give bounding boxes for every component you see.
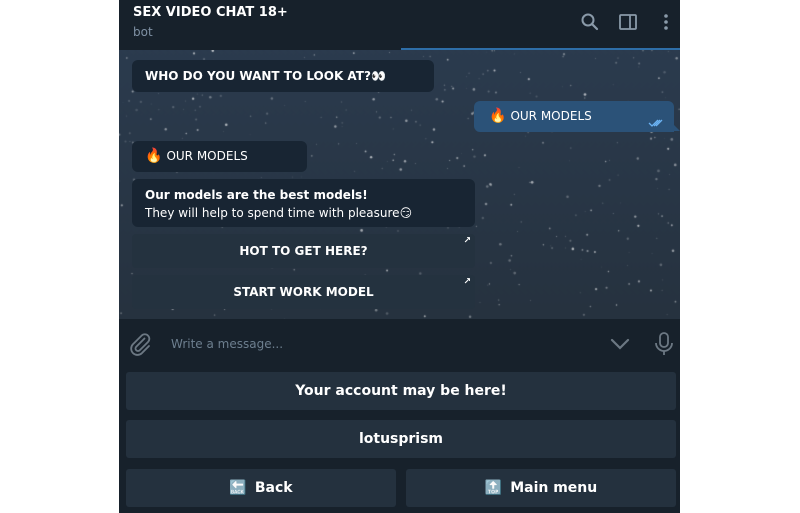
inline-button-label: HOT TO GET HERE? xyxy=(239,244,368,258)
fire-emoji: 🔥 xyxy=(145,148,163,164)
incoming-message-question: WHO DO YOU WANT TO LOOK AT?👀 xyxy=(132,60,434,92)
outgoing-message-text: OUR MODELS xyxy=(510,109,592,123)
keyboard-button-lotusprism[interactable]: lotusprism xyxy=(126,420,676,458)
back-label: Back xyxy=(254,480,293,496)
external-link-arrow-icon: ↗ xyxy=(463,277,471,287)
keyboard-button-back[interactable]: 🔙 Back xyxy=(126,469,396,507)
inline-button-label: START WORK MODEL xyxy=(233,285,374,299)
chat-header: SEX VIDEO CHAT 18+ bot xyxy=(119,0,680,50)
models-text-line1: Our models are the best models! xyxy=(145,188,368,202)
top-arrow-icon: 🔝 xyxy=(484,480,503,496)
more-vertical-icon[interactable] xyxy=(656,12,676,32)
external-link-arrow-icon: ↗ xyxy=(463,236,471,246)
inline-button-start-work-model[interactable]: START WORK MODEL ↗ xyxy=(132,275,475,309)
telegram-window: SEX VIDEO CHAT 18+ bot WHO DO YOU WANT T… xyxy=(119,0,680,513)
microphone-icon[interactable] xyxy=(654,331,674,357)
paperclip-icon[interactable] xyxy=(128,332,152,356)
outgoing-message: 🔥 OUR MODELS xyxy=(474,101,674,132)
message-input-bar xyxy=(119,319,680,369)
back-arrow-icon: 🔙 xyxy=(229,480,247,496)
models-title-text: OUR MODELS xyxy=(166,149,248,163)
chevron-down-icon[interactable] xyxy=(609,334,631,354)
fire-emoji: 🔥 xyxy=(489,108,507,124)
sidebar-toggle-icon[interactable] xyxy=(618,12,638,32)
outgoing-bubble-tail xyxy=(673,124,680,131)
models-text-line2: They will help to spend time with pleasu… xyxy=(145,206,413,220)
chat-area[interactable]: WHO DO YOU WANT TO LOOK AT?👀 🔥 OUR MODELS… xyxy=(119,50,680,319)
inline-button-hot-to-get-here[interactable]: HOT TO GET HERE? ↗ xyxy=(132,234,475,268)
keyboard-button-account[interactable]: Your account may be here! xyxy=(126,372,676,410)
incoming-message-models-title: 🔥 OUR MODELS xyxy=(132,141,307,172)
keyboard-button-main-menu[interactable]: 🔝 Main menu xyxy=(406,469,676,507)
search-icon[interactable] xyxy=(580,12,600,32)
main-menu-label: Main menu xyxy=(510,480,598,496)
incoming-message-models-text: Our models are the best models! They wil… xyxy=(132,179,475,227)
message-input[interactable] xyxy=(169,333,593,355)
read-checkmarks-icon xyxy=(648,119,663,127)
chat-subtitle: bot xyxy=(133,25,153,39)
chat-title[interactable]: SEX VIDEO CHAT 18+ xyxy=(133,5,288,20)
header-progress-line xyxy=(401,48,680,50)
